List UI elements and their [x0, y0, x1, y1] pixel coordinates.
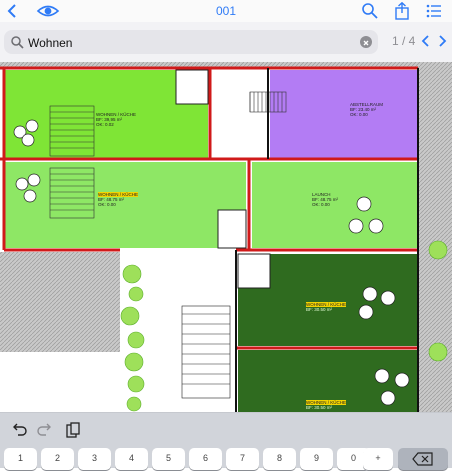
search-field[interactable]: [4, 30, 378, 54]
key-7[interactable]: 7: [226, 448, 259, 470]
search-bar: 1 / 4: [0, 22, 452, 63]
previous-match-icon[interactable]: [418, 32, 434, 50]
key-6[interactable]: 6: [189, 448, 222, 470]
room-label-ok: OK: 0.02: [96, 122, 114, 127]
list-menu-icon[interactable]: [424, 2, 444, 20]
search-input[interactable]: [26, 32, 360, 54]
room-label-area: BF: 30.50 m²: [306, 405, 333, 410]
room-label-abstellraum: ABSTELLRAUM BF: 23.40 m² OK: 0.00: [350, 102, 383, 117]
key-8[interactable]: 8: [263, 448, 296, 470]
redo-icon[interactable]: [36, 421, 54, 439]
key-9[interactable]: 9: [300, 448, 333, 470]
document-title: 001: [215, 4, 237, 18]
search-icon: [10, 35, 24, 49]
key-plus[interactable]: +: [363, 448, 393, 470]
keyboard-number-row: 1 2 3 4 5 6 7 8 9 0 +: [0, 446, 452, 470]
room-label-ok: OK: 0.00: [312, 202, 330, 207]
room-label-wohnen-4: WOHNEN / KÜCHE BF: 30.50 m²: [306, 400, 347, 410]
room-label-launch: LAUNCH BF: 48.75 m² OK: 0.00: [312, 192, 338, 207]
clear-search-icon[interactable]: [360, 36, 372, 48]
paste-icon[interactable]: [64, 421, 82, 439]
floor-plan[interactable]: WOHNEN / KÜCHE BF: 39,95 m² OK: 0.02 ABS…: [0, 62, 452, 412]
key-1[interactable]: 1: [4, 448, 37, 470]
keyboard-toolbar: [0, 412, 452, 447]
backspace-icon: [412, 452, 433, 466]
room-label-wohnen-3: WOHNEN / KÜCHE BF: 30.50 m²: [306, 302, 347, 312]
key-3[interactable]: 3: [78, 448, 111, 470]
room-label-wohnen-2: WOHNEN / KÜCHE BF: 48.75 m² OK: 0.00: [98, 192, 139, 207]
key-5[interactable]: 5: [152, 448, 185, 470]
delete-key[interactable]: [398, 448, 448, 470]
undo-icon[interactable]: [10, 421, 28, 439]
top-bar: 001: [0, 0, 452, 23]
share-icon[interactable]: [392, 1, 412, 20]
key-4[interactable]: 4: [115, 448, 148, 470]
room-label-area: BF: 30.50 m²: [306, 307, 333, 312]
magnifier-icon[interactable]: [360, 2, 380, 20]
floor-plan-drawing: [0, 62, 452, 412]
match-counter: 1 / 4: [392, 34, 416, 48]
room-label-wohnen-1: WOHNEN / KÜCHE BF: 39,95 m² OK: 0.02: [96, 112, 136, 127]
room-label-ok: OK: 0.00: [350, 112, 368, 117]
room-label-ok: OK: 0.00: [98, 202, 116, 207]
next-match-icon[interactable]: [434, 32, 450, 50]
key-2[interactable]: 2: [41, 448, 74, 470]
